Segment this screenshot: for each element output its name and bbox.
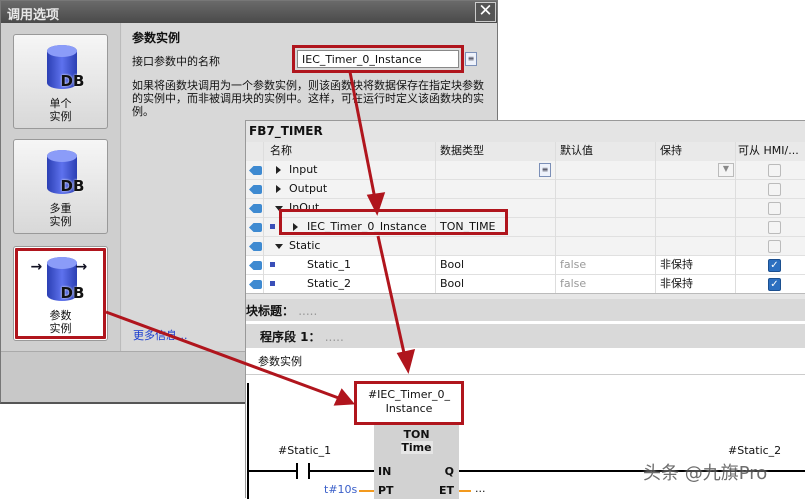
arrow-head (366, 192, 386, 216)
annotation-arrows (105, 71, 416, 406)
arrow-head (396, 349, 416, 374)
arrow-line (105, 310, 345, 402)
arrow-head (333, 388, 356, 406)
watermark: 头条 @九旗Pro (643, 463, 768, 484)
arrow-line (376, 235, 408, 363)
arrow-line (348, 71, 378, 205)
